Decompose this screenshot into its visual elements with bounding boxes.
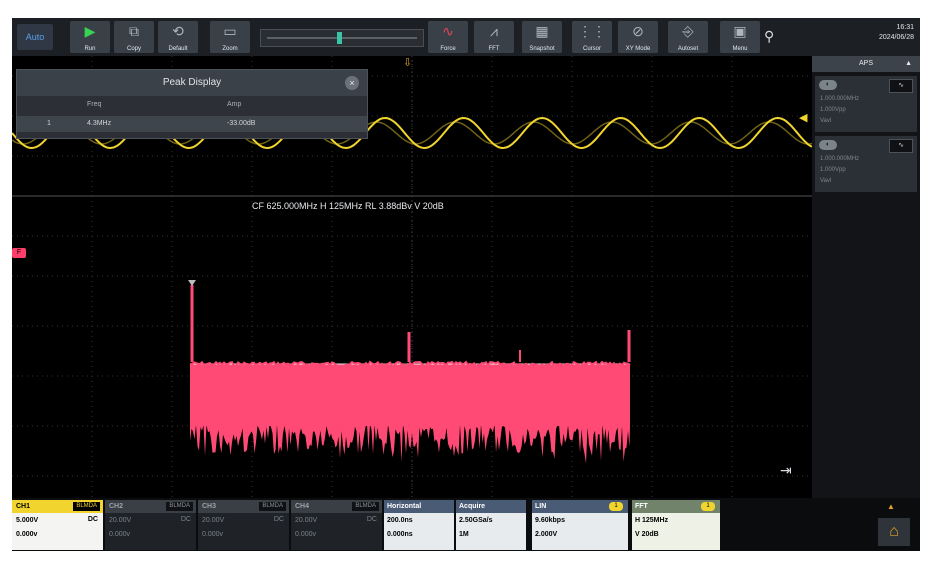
table-row[interactable]: 1 4.3MHz -33.00dB	[17, 116, 367, 132]
row-amp: -33.00dB	[227, 120, 256, 127]
fft-info: CF 625.000MHz H 125MHz RL 3.88dBv V 20dB	[252, 201, 444, 211]
noise-grass	[190, 424, 630, 464]
trigger-level-icon[interactable]: ◀	[799, 111, 807, 124]
measurement-panel-header[interactable]: APS ▲	[812, 56, 920, 72]
trigger-settings[interactable]: LIN 1 9.60kbps 2.000V	[532, 500, 628, 550]
close-icon[interactable]: ×	[345, 76, 359, 90]
trigger-source-badge: 1	[609, 502, 623, 511]
menu-icon: ▣	[733, 23, 747, 39]
xy-mode-button[interactable]: ⊘ XY Mode	[618, 21, 658, 53]
fft-button[interactable]: ⩘ FFT	[474, 21, 514, 53]
snapshot-icon: ▦	[535, 23, 549, 39]
auto-button[interactable]: Auto	[17, 24, 53, 50]
copy-button[interactable]: ⧉ Copy	[114, 21, 154, 53]
run-button[interactable]: ▶ Run	[70, 21, 110, 53]
home-area: ▲ ⌂	[870, 498, 920, 551]
col-freq: Freq	[87, 101, 102, 108]
ch4-settings[interactable]: CH4 BLMDA 20.00V DC 0.000v	[291, 500, 382, 550]
xy-mode-icon: ⊘	[632, 23, 644, 39]
fft-channel-marker[interactable]: F	[12, 248, 26, 258]
row-freq: 4.3MHz	[87, 120, 112, 127]
oscilloscope-screen: Auto ▶ Run ⧉ Copy ⟲ Default ▭ Zoom ∿ For…	[12, 18, 920, 551]
slider-thumb[interactable]	[337, 32, 342, 44]
noise-floor	[190, 364, 630, 426]
timebase-slider[interactable]	[260, 29, 424, 47]
measurement-card[interactable]: ◐ ∿ 1.000.000MHz 1.000Vpp Vavl	[815, 76, 917, 132]
autoset-icon: ⎆	[682, 23, 694, 39]
row-index: 1	[47, 120, 51, 127]
zoom-icon: ▭	[223, 23, 237, 39]
clock-date: 2024/06/28	[878, 34, 914, 41]
horizontal-settings[interactable]: Horizontal 200.0ns 0.000ns	[384, 500, 454, 550]
ch1-settings[interactable]: CH1 BLMDA 5.000V DC 0.000v	[12, 500, 103, 550]
toggle-icon[interactable]: ◐	[819, 140, 837, 150]
measurement-panel: APS ▲ ◐ ∿ 1.000.000MHz 1.000Vpp Vavl ◐ ∿…	[812, 56, 920, 498]
expand-up-icon[interactable]: ▲	[887, 502, 895, 511]
play-icon: ▶	[84, 23, 96, 39]
acquire-settings[interactable]: Acquire 2.50GSa/s 1M	[456, 500, 526, 550]
waveform-thumb-icon: ∿	[889, 79, 913, 93]
clock: 16:31 2024/06/28	[879, 23, 914, 43]
bottom-status-bar: CH1 BLMDA 5.000V DC 0.000v CH2 BLMDA 20.00…	[12, 498, 920, 551]
peak-display-dialog: Peak Display × Freq Amp 1 4.3MHz -33.00d…	[16, 69, 368, 139]
snapshot-button[interactable]: ▦ Snapshot	[522, 21, 562, 53]
exit-icon[interactable]: ⇥	[780, 462, 792, 479]
default-icon: ⟲	[172, 23, 184, 39]
fft-icon: ⩘	[490, 23, 498, 39]
fft-spectrum	[188, 280, 631, 464]
cursor-icon: ⋮⋮	[578, 23, 606, 39]
fft-settings[interactable]: FFT 1 H 125MHz V 20dB	[632, 500, 720, 550]
measurement-card[interactable]: ◐ ∿ 1.000.000MHz 1.000Vpp Vavl	[815, 136, 917, 192]
menu-button[interactable]: ▣ Menu	[720, 21, 760, 53]
usb-icon: ⚲	[764, 28, 775, 44]
ch3-settings[interactable]: CH3 BLMDA 20.00V DC 0.000v	[198, 500, 289, 550]
force-button[interactable]: ∿ Force	[428, 21, 468, 53]
trigger-position-icon[interactable]: ⇩	[403, 56, 412, 69]
autoset-button[interactable]: ⎆ Autoset	[668, 21, 708, 53]
slider-track	[267, 37, 417, 39]
peak-marker	[188, 280, 196, 286]
peak-display-title: Peak Display	[17, 70, 367, 96]
force-icon: ∿	[442, 23, 454, 39]
home-icon[interactable]: ⌂	[878, 518, 910, 546]
peak-table-header: Freq Amp	[17, 98, 367, 112]
waveform-thumb-icon: ∿	[889, 139, 913, 153]
measurement-panel-title: APS	[858, 60, 873, 67]
toggle-icon[interactable]: ◐	[819, 80, 837, 90]
copy-icon: ⧉	[129, 23, 139, 39]
ch2-settings[interactable]: CH2 BLMDA 20.00V DC 0.000v	[105, 500, 196, 550]
collapse-icon[interactable]: ▲	[905, 56, 912, 72]
default-button[interactable]: ⟲ Default	[158, 21, 198, 53]
fft-source-badge: 1	[701, 502, 715, 511]
zoom-button[interactable]: ▭ Zoom	[210, 21, 250, 53]
col-amp: Amp	[227, 101, 242, 108]
cursor-button[interactable]: ⋮⋮ Cursor	[572, 21, 612, 53]
clock-time: 16:31	[896, 24, 914, 31]
top-toolbar: Auto ▶ Run ⧉ Copy ⟲ Default ▭ Zoom ∿ For…	[12, 18, 920, 56]
